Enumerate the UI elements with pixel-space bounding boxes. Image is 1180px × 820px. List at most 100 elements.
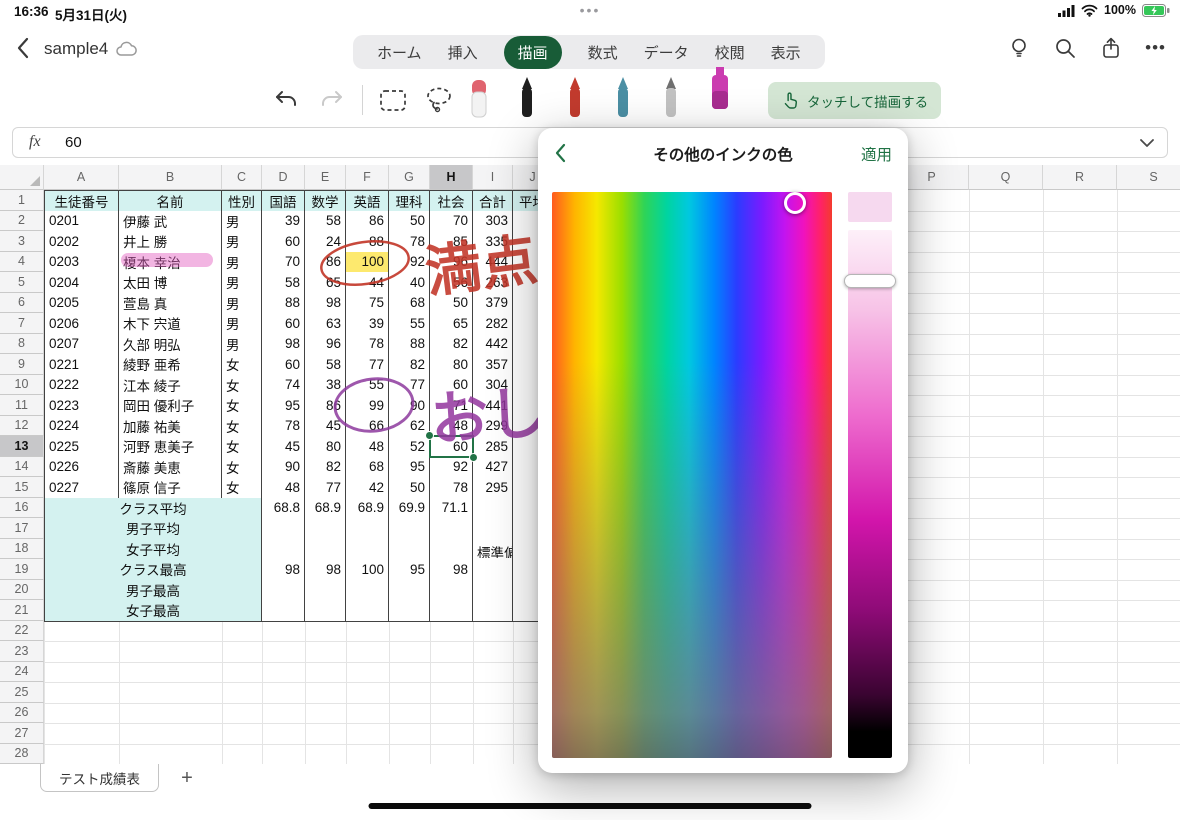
cell-D4[interactable]: 70 bbox=[262, 251, 305, 273]
col-header-D[interactable]: D bbox=[262, 165, 305, 190]
cell-A15[interactable]: 0227 bbox=[44, 477, 119, 499]
cell-H1[interactable]: 社会 bbox=[430, 190, 473, 212]
row-header-3[interactable]: 3 bbox=[0, 231, 44, 252]
cell-E14[interactable]: 82 bbox=[305, 456, 346, 478]
col-header-R[interactable]: R bbox=[1043, 165, 1117, 190]
col-header-B[interactable]: B bbox=[119, 165, 222, 190]
cell-F13[interactable]: 48 bbox=[346, 436, 389, 458]
cell-F7[interactable]: 39 bbox=[346, 313, 389, 335]
cell-F10[interactable]: 55 bbox=[346, 374, 389, 396]
cell-C12[interactable]: 女 bbox=[222, 415, 262, 437]
cell-H17[interactable] bbox=[430, 518, 473, 540]
cell-H21[interactable] bbox=[430, 600, 473, 622]
tab-描画[interactable]: 描画 bbox=[503, 35, 562, 69]
cell-E13[interactable]: 80 bbox=[305, 436, 346, 458]
sheet-tab-active[interactable]: テスト成績表 bbox=[40, 764, 159, 792]
pencil-gray[interactable] bbox=[660, 75, 682, 124]
cell-H4[interactable]: 96 bbox=[430, 251, 473, 273]
formula-value[interactable]: 60 bbox=[65, 134, 82, 151]
cell-H15[interactable]: 78 bbox=[430, 477, 473, 499]
lasso-select-icon[interactable] bbox=[424, 86, 454, 114]
cell-F5[interactable]: 44 bbox=[346, 272, 389, 294]
cell-E10[interactable]: 38 bbox=[305, 374, 346, 396]
cell-F16[interactable]: 68.9 bbox=[346, 497, 389, 519]
back-icon[interactable] bbox=[16, 36, 30, 60]
cell-F20[interactable] bbox=[346, 579, 389, 601]
cell-E9[interactable]: 58 bbox=[305, 354, 346, 376]
cell-D9[interactable]: 60 bbox=[262, 354, 305, 376]
cell-F12[interactable]: 66 bbox=[346, 415, 389, 437]
tab-数式[interactable]: 数式 bbox=[588, 42, 618, 63]
idea-icon[interactable] bbox=[1007, 36, 1031, 60]
cell-E1[interactable]: 数学 bbox=[305, 190, 346, 212]
cell-E20[interactable] bbox=[305, 579, 346, 601]
cell-A4[interactable]: 0203 bbox=[44, 251, 119, 273]
cell-I14[interactable]: 427 bbox=[473, 456, 513, 478]
col-header-C[interactable]: C bbox=[222, 165, 262, 190]
row-header-11[interactable]: 11 bbox=[0, 395, 44, 416]
cell-E11[interactable]: 86 bbox=[305, 395, 346, 417]
cell-G8[interactable]: 88 bbox=[389, 333, 430, 355]
cell-F2[interactable]: 86 bbox=[346, 210, 389, 232]
cell-C10[interactable]: 女 bbox=[222, 374, 262, 396]
cell-G20[interactable] bbox=[389, 579, 430, 601]
cell-A3[interactable]: 0202 bbox=[44, 231, 119, 253]
selection-handle-bottom-right[interactable] bbox=[469, 452, 478, 462]
cell-D6[interactable]: 88 bbox=[262, 292, 305, 314]
row-header-16[interactable]: 16 bbox=[0, 497, 44, 518]
cell-E6[interactable]: 98 bbox=[305, 292, 346, 314]
cell-C7[interactable]: 男 bbox=[222, 313, 262, 335]
cell-G2[interactable]: 50 bbox=[389, 210, 430, 232]
row-header-26[interactable]: 26 bbox=[0, 702, 44, 723]
cell-B4[interactable]: 榎本 幸治 bbox=[119, 251, 222, 273]
row-header-14[interactable]: 14 bbox=[0, 456, 44, 477]
cell-I2[interactable]: 303 bbox=[473, 210, 513, 232]
row-header-28[interactable]: 28 bbox=[0, 743, 44, 764]
pen-red[interactable] bbox=[564, 75, 586, 124]
cell-B2[interactable]: 伊藤 武 bbox=[119, 210, 222, 232]
cell-D3[interactable]: 60 bbox=[262, 231, 305, 253]
cell-E4[interactable]: 86 bbox=[305, 251, 346, 273]
row-header-5[interactable]: 5 bbox=[0, 272, 44, 293]
cell-D17[interactable] bbox=[262, 518, 305, 540]
cell-H19[interactable]: 98 bbox=[430, 559, 473, 581]
cell-A13[interactable]: 0225 bbox=[44, 436, 119, 458]
row-header-18[interactable]: 18 bbox=[0, 538, 44, 559]
cell-I19[interactable] bbox=[473, 559, 513, 581]
cell-G9[interactable]: 82 bbox=[389, 354, 430, 376]
cell-I9[interactable]: 357 bbox=[473, 354, 513, 376]
cell-E5[interactable]: 65 bbox=[305, 272, 346, 294]
tab-校閲[interactable]: 校閲 bbox=[715, 42, 745, 63]
cell-G12[interactable]: 62 bbox=[389, 415, 430, 437]
cell-E8[interactable]: 96 bbox=[305, 333, 346, 355]
cell-F4[interactable]: 100 bbox=[346, 251, 389, 273]
marquee-select-icon[interactable] bbox=[378, 88, 408, 114]
row-header-1[interactable]: 1 bbox=[0, 190, 44, 211]
cell-F18[interactable] bbox=[346, 538, 389, 560]
cell-A7[interactable]: 0206 bbox=[44, 313, 119, 335]
cell-D10[interactable]: 74 bbox=[262, 374, 305, 396]
col-header-G[interactable]: G bbox=[389, 165, 430, 190]
row-header-6[interactable]: 6 bbox=[0, 292, 44, 313]
cell-E21[interactable] bbox=[305, 600, 346, 622]
cell-F17[interactable] bbox=[346, 518, 389, 540]
cell-C3[interactable]: 男 bbox=[222, 231, 262, 253]
row-header-20[interactable]: 20 bbox=[0, 579, 44, 600]
cell-A11[interactable]: 0223 bbox=[44, 395, 119, 417]
row-header-24[interactable]: 24 bbox=[0, 661, 44, 682]
cell-B8[interactable]: 久部 明弘 bbox=[119, 333, 222, 355]
pen-teal[interactable] bbox=[612, 75, 634, 124]
cell-D14[interactable]: 90 bbox=[262, 456, 305, 478]
cell-G6[interactable]: 68 bbox=[389, 292, 430, 314]
cell-C6[interactable]: 男 bbox=[222, 292, 262, 314]
cell-A17[interactable]: 男子平均 bbox=[44, 518, 262, 540]
cell-F8[interactable]: 78 bbox=[346, 333, 389, 355]
cell-C4[interactable]: 男 bbox=[222, 251, 262, 273]
row-header-22[interactable]: 22 bbox=[0, 620, 44, 641]
cell-G17[interactable] bbox=[389, 518, 430, 540]
cell-G5[interactable]: 40 bbox=[389, 272, 430, 294]
cell-G11[interactable]: 90 bbox=[389, 395, 430, 417]
cell-B12[interactable]: 加藤 祐美 bbox=[119, 415, 222, 437]
cell-A16[interactable]: クラス平均 bbox=[44, 497, 262, 519]
tab-表示[interactable]: 表示 bbox=[771, 42, 801, 63]
